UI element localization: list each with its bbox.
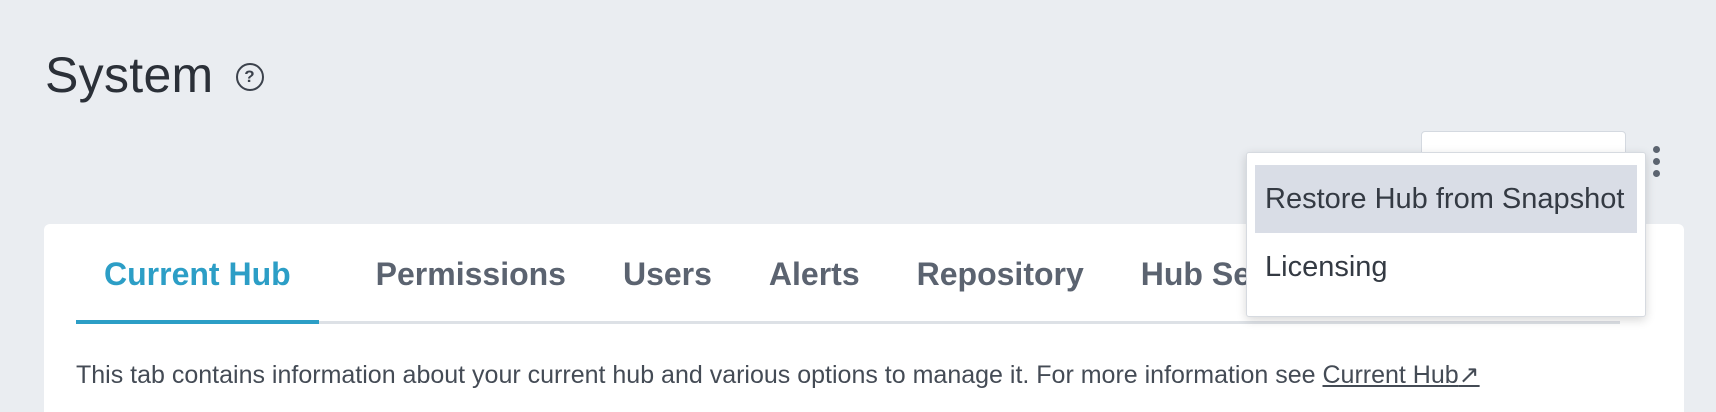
current-hub-link[interactable]: Current Hub↗: [1323, 361, 1480, 389]
external-link-icon: ↗: [1458, 361, 1480, 389]
menu-item-licensing[interactable]: Licensing: [1255, 233, 1637, 301]
page-header: System ?: [45, 46, 264, 104]
kebab-dot: [1652, 169, 1660, 177]
tab-repository[interactable]: Repository: [917, 221, 1084, 321]
current-hub-link-label: Current Hub: [1322, 361, 1459, 389]
description-text: This tab contains information about your…: [76, 361, 1323, 389]
menu-item-restore-hub[interactable]: Restore Hub from Snapshot: [1255, 165, 1637, 233]
page-title: System: [45, 47, 214, 103]
system-page: System ? Current Hub Permissions Users A…: [0, 0, 1716, 412]
more-vertical-icon[interactable]: [1647, 141, 1665, 181]
tab-current-hub[interactable]: Current Hub: [76, 221, 319, 324]
tab-permissions[interactable]: Permissions: [376, 221, 566, 321]
tab-alerts[interactable]: Alerts: [769, 221, 860, 321]
kebab-dot: [1652, 145, 1660, 153]
overflow-menu: Restore Hub from Snapshot Licensing: [1246, 152, 1646, 317]
kebab-dot: [1652, 157, 1660, 165]
tab-users[interactable]: Users: [623, 221, 712, 321]
help-circle-icon[interactable]: ?: [235, 63, 264, 91]
tab-description: This tab contains information about your…: [76, 360, 1480, 390]
